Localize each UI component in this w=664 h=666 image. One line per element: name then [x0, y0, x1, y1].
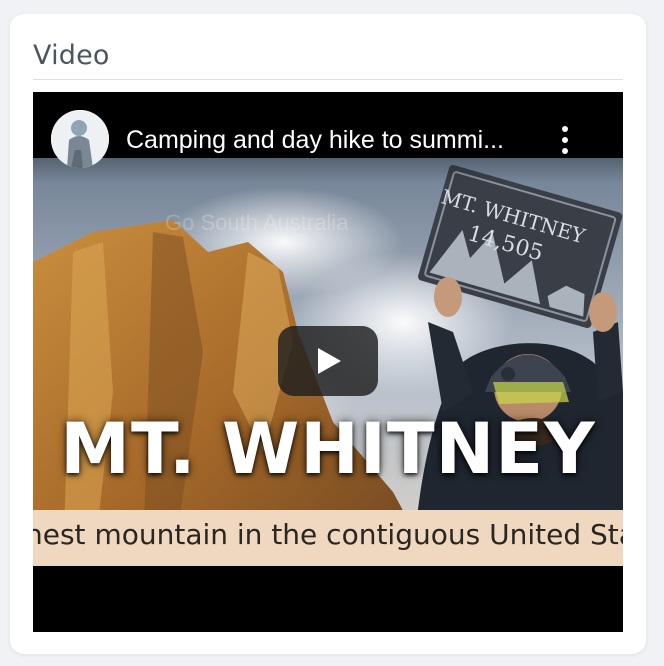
video-card: Video MT. WHITNEY 14,505 Go South Austra… [10, 14, 646, 654]
channel-avatar-icon[interactable] [51, 110, 109, 168]
thumbnail-subtitle-strip: hest mountain in the contiguous United S… [33, 510, 623, 566]
background-ghost-text: Go South Australia [165, 210, 349, 235]
play-button[interactable] [278, 326, 378, 396]
more-vert-icon[interactable] [555, 124, 575, 156]
thumbnail-subtitle: hest mountain in the contiguous United S… [33, 518, 623, 551]
thumbnail-headline: MT. WHITNEY [60, 408, 596, 490]
video-title[interactable]: Camping and day hike to summi... [126, 126, 504, 155]
title-divider [33, 79, 623, 80]
video-player[interactable]: MT. WHITNEY 14,505 Go South Australia Ca… [33, 92, 623, 632]
card-title: Video [33, 40, 110, 71]
play-icon [318, 348, 341, 374]
